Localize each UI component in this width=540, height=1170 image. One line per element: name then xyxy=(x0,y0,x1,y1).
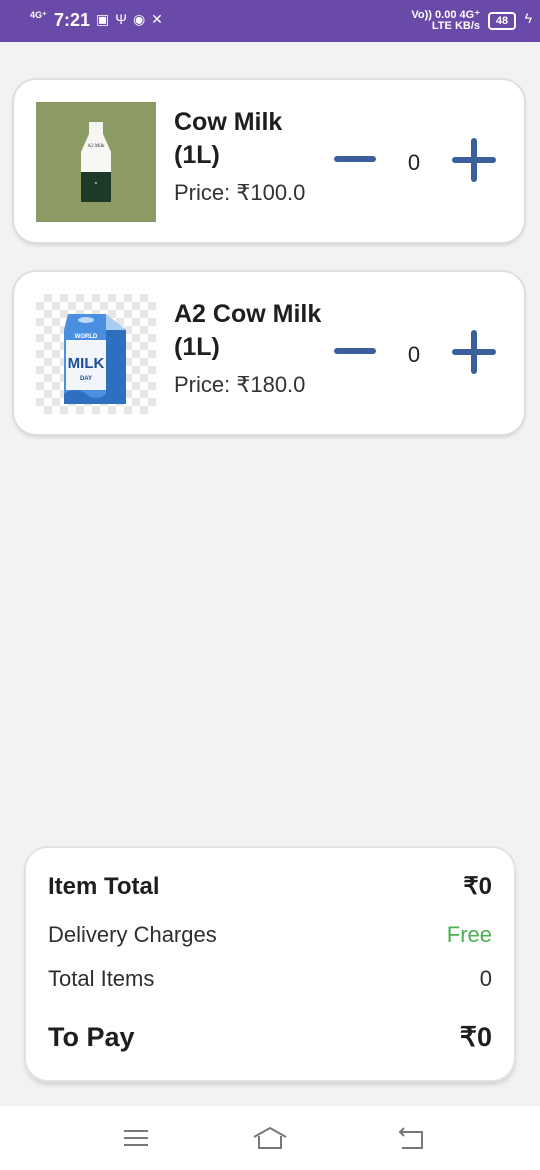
decrease-quantity-button[interactable] xyxy=(332,342,378,360)
usb-icon: Ψ xyxy=(115,11,133,27)
notification-icons: ▣Ψ◉✕ xyxy=(96,11,169,28)
menu-icon xyxy=(124,1130,148,1146)
recent-apps-button[interactable] xyxy=(116,1124,156,1152)
carton-milk-text: MILK xyxy=(68,355,105,372)
bill-summary-card: Item Total ₹0 Delivery Charges Free Tota… xyxy=(26,848,514,1080)
back-button[interactable] xyxy=(392,1124,432,1152)
battery-icon: 48 xyxy=(488,12,516,30)
hotspot-icon: ◉ xyxy=(132,11,152,27)
home-button[interactable] xyxy=(250,1124,290,1152)
volte-label: Vo)) xyxy=(411,9,432,21)
item-total-value: ₹0 xyxy=(463,873,492,900)
item-total-label: Item Total xyxy=(48,872,160,900)
increase-quantity-button[interactable] xyxy=(452,330,496,374)
system-navigation-bar xyxy=(0,1106,540,1170)
delivery-charges-value: Free xyxy=(446,922,492,947)
milk-bottle-image: A2 Milk ● xyxy=(36,102,156,222)
total-items-row: Total Items 0 xyxy=(48,966,492,992)
delivery-charges-row: Delivery Charges Free xyxy=(48,922,492,948)
status-bar: 4G⁺ 7:21 ▣Ψ◉✕ Vo)) 0.00 4G⁺ LTE KB/s 48 … xyxy=(0,0,540,42)
home-icon xyxy=(253,1126,287,1149)
total-items-value: 0 xyxy=(479,966,492,991)
delivery-charges-label: Delivery Charges xyxy=(48,922,217,947)
quantity-value: 0 xyxy=(407,150,421,175)
product-name: Cow Milk (1L) xyxy=(174,108,283,169)
product-card: WORLD MILK DAY A2 Cow Milk (1L) Price: ₹… xyxy=(14,272,524,434)
bottle-label: A2 Milk xyxy=(87,144,105,149)
speed-unit: KB/s xyxy=(454,20,480,32)
product-card: A2 Milk ● Cow Milk (1L) Price: ₹100.0 0 xyxy=(14,80,524,242)
carton-world-text: WORLD xyxy=(75,334,98,340)
to-pay-value: ₹0 xyxy=(459,1022,492,1052)
product-name: A2 Cow Milk (1L) xyxy=(174,300,322,361)
charging-icon: ϟ xyxy=(524,10,532,26)
network-type: 4G⁺ xyxy=(30,10,47,20)
increase-quantity-button[interactable] xyxy=(452,138,496,182)
product-price: Price: ₹100.0 xyxy=(174,180,306,205)
to-pay-row: To Pay ₹0 xyxy=(48,1022,492,1053)
app-notification-icon: ▣ xyxy=(96,11,116,27)
item-total-row: Item Total ₹0 xyxy=(48,872,492,901)
total-items-label: Total Items xyxy=(48,966,155,991)
to-pay-label: To Pay xyxy=(48,1022,135,1052)
decrease-quantity-button[interactable] xyxy=(332,150,378,168)
back-icon xyxy=(398,1127,423,1149)
milk-carton-image: WORLD MILK DAY xyxy=(36,294,156,414)
milk-bottle-icon: A2 Milk ● xyxy=(81,122,111,202)
quantity-value: 0 xyxy=(407,342,421,367)
tools-icon: ✕ xyxy=(151,11,169,27)
product-price: Price: ₹180.0 xyxy=(174,372,306,397)
lte-label: LTE xyxy=(431,20,452,32)
status-time: 7:21 xyxy=(54,10,91,30)
milk-carton-icon: WORLD MILK DAY xyxy=(64,314,126,404)
carton-day-text: DAY xyxy=(80,376,92,382)
network-speed: Vo)) 0.00 4G⁺ LTE KB/s xyxy=(411,10,480,32)
